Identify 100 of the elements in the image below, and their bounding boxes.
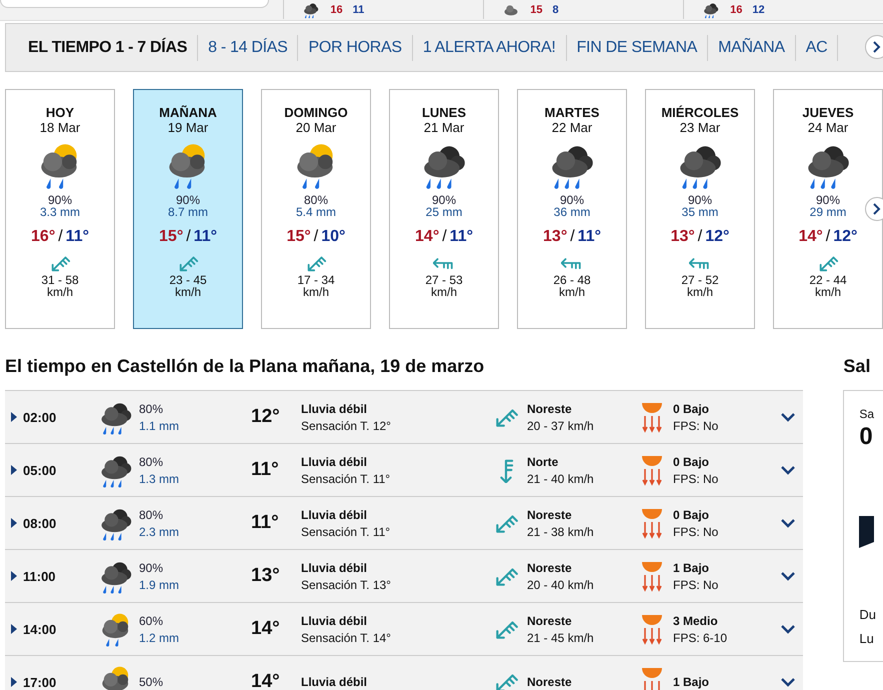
hour-row[interactable]: 17:00 50% 14° Lluvia débil Noreste 1 Bajo	[5, 656, 804, 690]
sun-protection: FPS: No	[673, 578, 720, 592]
sun-protection: FPS: No	[673, 472, 720, 486]
wind-direction: Norte	[527, 454, 560, 468]
rain-amount: 2.3 mm	[139, 524, 180, 538]
day-card[interactable]: MIÉRCOLES 23 Mar 90% 35 mm 13° / 12° 27 - 52 km/h	[645, 89, 755, 329]
day-card[interactable]: DOMINGO 20 Mar 80% 5.4 mm 15° / 10° 17 - 34 km/h	[261, 89, 371, 329]
rain-probability: 90%	[139, 560, 164, 574]
caret-icon	[11, 677, 17, 687]
rain-probability: 80%	[139, 508, 164, 522]
day-date: 21 Mar	[424, 120, 464, 135]
high-temperature: 16	[330, 4, 343, 16]
wind-direction: Noreste	[527, 402, 573, 416]
hour-time: 14:00	[23, 622, 58, 636]
day-date: 24 Mar	[808, 120, 848, 135]
day-card[interactable]: HOY 18 Mar 90% 3.3 mm 16° / 11° 31 - 58 km/h	[5, 89, 115, 329]
hour-time: 17:00	[23, 674, 58, 690]
chevron-down-icon[interactable]	[781, 518, 795, 528]
section-heading: El tiempo en Castellón de la Plana mañana, 19 de marzo	[5, 356, 486, 377]
card-text: Lu	[859, 631, 874, 646]
separator-slash: /	[698, 228, 702, 246]
high-temperature: 13°	[543, 228, 568, 246]
tab[interactable]: AC	[796, 34, 838, 60]
sun-protection: FPS: 6-10	[673, 630, 728, 644]
day-card[interactable]: JUEVES 24 Mar 90% 29 mm 14° / 12° 22 - 44 km/h	[773, 89, 883, 329]
weather-description: Lluvia débil	[301, 675, 368, 689]
high-temperature: 15	[530, 4, 542, 16]
hour-row[interactable]: 05:00 80% 1.3 mm 11° Lluvia débil Sensación T. 11° Norte 21 - 40 km/h 0 Bajo FPS: No	[5, 444, 804, 497]
wind-unit: km/h	[686, 286, 713, 298]
low-temperature: 11°	[578, 228, 601, 246]
chevron-down-icon[interactable]	[781, 678, 795, 686]
low-temperature: 8	[552, 4, 559, 16]
weather-description: Lluvia débil	[301, 454, 368, 468]
hour-time: 05:00	[23, 462, 58, 478]
day-date: 23 Mar	[680, 120, 720, 135]
day-name: HOY	[46, 105, 74, 120]
wind-speed: 31 - 58	[41, 274, 79, 286]
separator-slash: /	[570, 228, 575, 246]
low-temperature: 12°	[833, 228, 858, 246]
rain-probability: 80%	[304, 194, 328, 206]
wind-speed: 20 - 37 km/h	[527, 418, 595, 432]
feels-like: Sensación T. 14°	[301, 630, 392, 644]
rain-amount: 1.9 mm	[139, 578, 180, 592]
tab[interactable]: EL TIEMPO 1 - 7 DÍAS	[18, 34, 198, 60]
search-field[interactable]	[0, 0, 270, 8]
high-temperature: 14°	[798, 228, 823, 246]
feels-like: Sensación T. 12°	[301, 418, 392, 432]
temperature: 11°	[251, 459, 280, 481]
hour-row[interactable]: 08:00 80% 2.3 mm 11° Lluvia débil Sensación T. 11° Noreste 21 - 38 km/h 0 Bajo FPS: No	[5, 497, 804, 550]
cloud-rain-icon	[702, 0, 720, 18]
wind-speed: 27 - 53	[425, 274, 463, 286]
tab[interactable]: MAÑANA	[708, 34, 796, 60]
wind-unit: km/h	[174, 286, 201, 298]
wind-speed: 26 - 48	[553, 274, 591, 286]
chevron-down-icon[interactable]	[781, 624, 795, 634]
feels-like: Sensación T. 11°	[301, 472, 392, 486]
rain-probability: 90%	[560, 194, 584, 206]
hour-time: 11:00	[23, 568, 57, 584]
section-heading: Sal	[843, 356, 872, 377]
tab[interactable]: POR HORAS	[298, 34, 413, 60]
tab[interactable]: 1 ALERTA AHORA!	[412, 34, 567, 60]
low-temperature: 11	[352, 4, 364, 16]
day-card[interactable]: MAÑANA 19 Mar 90% 8.7 mm 15° / 11° 23 - 45 km/h	[133, 89, 243, 329]
wind-unit: km/h	[302, 286, 329, 298]
dark-shape-drawing	[859, 516, 874, 548]
wind-direction: Noreste	[527, 508, 573, 522]
day-name: JUEVES	[802, 105, 854, 120]
uv-index: 3 Medio	[673, 614, 719, 628]
day-card[interactable]: MARTES 22 Mar 90% 36 mm 13° / 11° 26 - 48 km/h	[517, 89, 627, 329]
rain-amount: 1.1 mm	[139, 418, 180, 432]
hour-row[interactable]: 14:00 60% 1.2 mm 14° Lluvia débil Sensación T. 14° Noreste 21 - 45 km/h 3 Medio FPS: 6-10	[5, 603, 804, 656]
uv-sun-icon	[639, 400, 665, 434]
card-text: Du	[859, 607, 876, 622]
uv-sun-icon	[639, 665, 665, 690]
high-temperature: 14°	[415, 228, 440, 246]
chevron-down-icon[interactable]	[781, 466, 795, 474]
separator-slash: /	[186, 228, 191, 246]
rain-amount: 3.3 mm	[40, 206, 80, 218]
feels-like: Sensación T. 13°	[301, 578, 392, 592]
chevron-down-icon[interactable]	[781, 572, 795, 580]
rain-amount: 36 mm	[554, 206, 590, 218]
low-temperature: 10°	[321, 228, 346, 246]
tab[interactable]: 8 - 14 DÍAS	[198, 34, 298, 60]
day-card[interactable]: LUNES 21 Mar 90% 25 mm 14° / 11° 27 - 53 km/h	[389, 89, 499, 329]
chevron-down-icon[interactable]	[781, 412, 795, 422]
rain-probability: 80%	[139, 402, 164, 416]
rain-amount: 8.7 mm	[168, 206, 208, 218]
next-button[interactable]	[865, 35, 883, 59]
high-temperature: 16	[730, 4, 742, 16]
hour-row[interactable]: 11:00 90% 1.9 mm 13° Lluvia débil Sensación T. 13° Noreste 20 - 40 km/h 1 Bajo FPS: No	[5, 550, 804, 603]
tab[interactable]: FIN DE SEMANA	[566, 34, 708, 60]
wind-speed: 21 - 38 km/h	[527, 524, 595, 538]
uv-sun-icon	[639, 453, 665, 487]
wind-speed: 21 - 45 km/h	[527, 630, 595, 644]
hour-time: 08:00	[23, 516, 58, 530]
hour-row[interactable]: 02:00 80% 1.1 mm 12° Lluvia débil Sensación T. 12° Noreste 20 - 37 km/h 0 Bajo FPS: No	[5, 391, 804, 444]
rain-probability: 90%	[688, 194, 712, 206]
day-name: MAÑANA	[159, 105, 217, 120]
high-temperature: 15°	[286, 228, 311, 246]
uv-index: 1 Bajo	[673, 560, 710, 574]
